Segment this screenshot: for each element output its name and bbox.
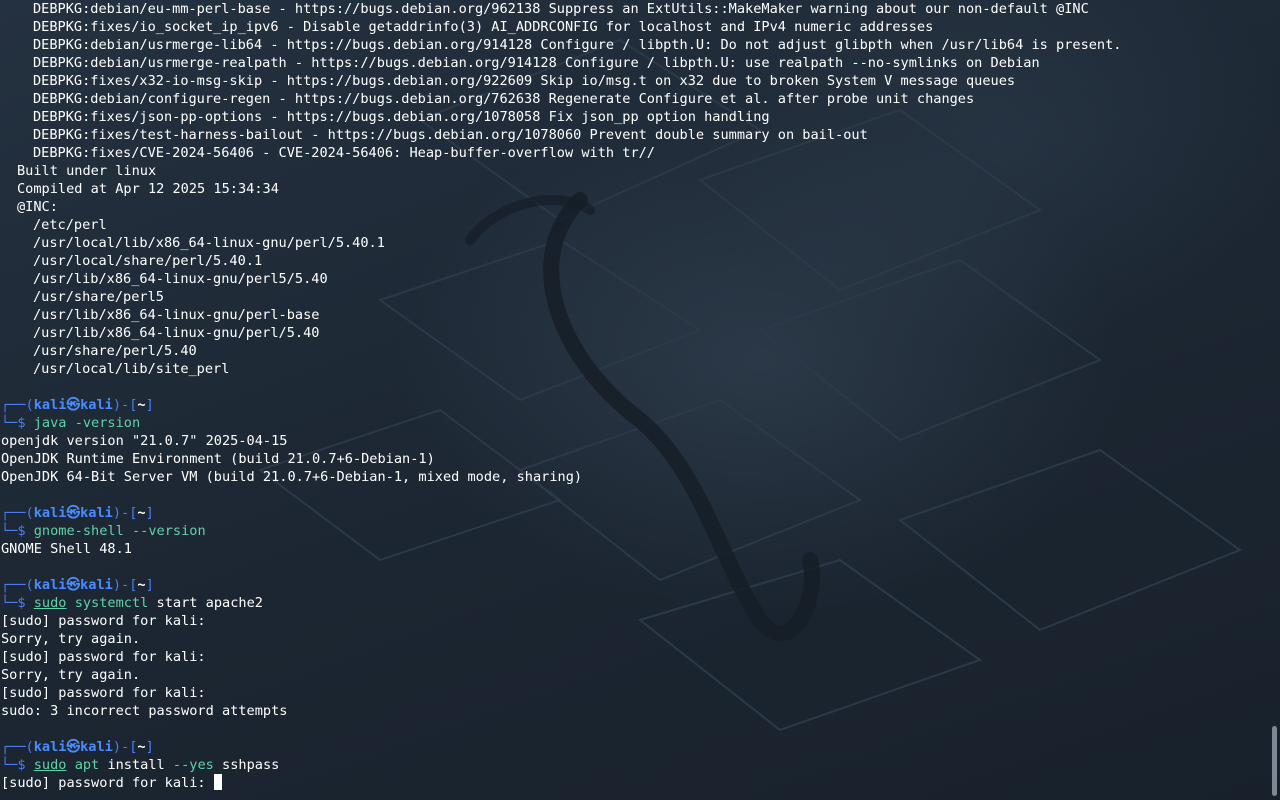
password-input-line[interactable]: [sudo] password for kali: — [1, 774, 222, 792]
prompt-at-symbol: ㉿ — [66, 505, 81, 521]
inc-path-line: /usr/lib/x86_64-linux-gnu/perl/5.40 — [33, 325, 320, 341]
prompt-frame-mid: )-[ — [112, 739, 138, 755]
output-line: DEBPKG:fixes/x32-io-msg-skip - https://b… — [33, 73, 1016, 89]
prompt-frame-bottom: └─ — [1, 757, 18, 773]
output-line: [sudo] password for kali: — [1, 685, 206, 701]
prompt-dollar: $ — [17, 523, 26, 539]
inc-path-line: /etc/perl — [33, 217, 107, 233]
inc-path-line: /usr/lib/x86_64-linux-gnu/perl5/5.40 — [33, 271, 328, 287]
sudo-password-prompt: [sudo] password for kali: — [1, 775, 214, 791]
prompt-frame-top: ┌──( — [1, 397, 34, 413]
command-line: └─$ sudo apt install --yes sshpass — [1, 756, 279, 774]
prompt-dollar: $ — [17, 415, 26, 431]
output-line: DEBPKG:debian/configure-regen - https://… — [33, 91, 975, 107]
output-line: DEBPKG:fixes/CVE-2024-56406 - CVE-2024-5… — [33, 145, 655, 161]
terminal-output[interactable]: DEBPKG:debian/eu-mm-perl-base - https://… — [0, 0, 1266, 800]
inc-path-line: /usr/local/share/perl/5.40.1 — [33, 253, 263, 269]
prompt-user: kali — [33, 397, 67, 413]
command-program: systemctl — [74, 595, 149, 611]
output-line: DEBPKG:debian/eu-mm-perl-base - https://… — [33, 1, 1089, 17]
output-line: DEBPKG:debian/usrmerge-lib64 - https://b… — [33, 37, 1122, 53]
prompt-at-symbol: ㉿ — [66, 577, 81, 593]
prompt-frame-close: ] — [145, 505, 154, 521]
output-line: @INC: — [17, 199, 58, 215]
prompt-frame-bottom: └─ — [1, 523, 18, 539]
prompt-header: ┌──(kali㉿kali)-[~] — [1, 396, 154, 414]
command-option: -version — [74, 415, 141, 431]
command-program: apt — [74, 757, 100, 773]
inc-path-line: /usr/local/lib/site_perl — [33, 361, 230, 377]
prompt-frame-mid: )-[ — [112, 505, 138, 521]
output-line: sudo: 3 incorrect password attempts — [1, 703, 288, 719]
prompt-user: kali — [33, 505, 67, 521]
prompt-frame-close: ] — [145, 577, 154, 593]
prompt-cwd: ~ — [137, 397, 146, 413]
output-line: OpenJDK Runtime Environment (build 21.0.… — [1, 451, 435, 467]
prompt-dollar: $ — [17, 595, 26, 611]
output-line: [sudo] password for kali: — [1, 649, 206, 665]
prompt-user: kali — [33, 739, 67, 755]
prompt-frame-top: ┌──( — [1, 505, 34, 521]
command-line: └─$ sudo systemctl start apache2 — [1, 594, 263, 612]
prompt-host: kali — [80, 505, 113, 521]
prompt-at-symbol: ㉿ — [66, 739, 81, 755]
prompt-cwd: ~ — [137, 739, 146, 755]
output-line: Built under linux — [17, 163, 157, 179]
command-args: install — [107, 757, 165, 773]
command-package: sshpass — [222, 757, 280, 773]
output-line: GNOME Shell 48.1 — [1, 541, 132, 557]
command-program: gnome-shell — [33, 523, 124, 539]
output-line: Sorry, try again. — [1, 631, 141, 647]
output-line: DEBPKG:debian/usrmerge-realpath - https:… — [33, 55, 1040, 71]
inc-path-line: /usr/share/perl5 — [33, 289, 164, 305]
inc-path-line: /usr/lib/x86_64-linux-gnu/perl-base — [33, 307, 320, 323]
command-sudo: sudo — [33, 757, 67, 773]
prompt-cwd: ~ — [137, 505, 146, 521]
prompt-frame-close: ] — [145, 739, 154, 755]
prompt-frame-bottom: └─ — [1, 415, 18, 431]
output-line: openjdk version "21.0.7" 2025-04-15 — [1, 433, 288, 449]
output-line: Compiled at Apr 12 2025 15:34:34 — [17, 181, 279, 197]
prompt-header: ┌──(kali㉿kali)-[~] — [1, 738, 154, 756]
inc-path-line: /usr/share/perl/5.40 — [33, 343, 197, 359]
output-line: DEBPKG:fixes/json-pp-options - https://b… — [33, 109, 770, 125]
command-option: --yes — [172, 757, 214, 773]
command-program: java — [33, 415, 67, 431]
prompt-frame-top: ┌──( — [1, 577, 34, 593]
prompt-host: kali — [80, 739, 113, 755]
prompt-user: kali — [33, 577, 67, 593]
command-line: └─$ gnome-shell --version — [1, 522, 206, 540]
output-line: [sudo] password for kali: — [1, 613, 206, 629]
command-sudo: sudo — [33, 595, 67, 611]
prompt-host: kali — [80, 577, 113, 593]
prompt-frame-bottom: └─ — [1, 595, 18, 611]
prompt-at-symbol: ㉿ — [66, 397, 81, 413]
output-line: Sorry, try again. — [1, 667, 141, 683]
output-line: OpenJDK 64-Bit Server VM (build 21.0.7+6… — [1, 469, 583, 485]
terminal-scrollbar[interactable] — [1272, 726, 1277, 796]
text-cursor[interactable] — [213, 774, 222, 790]
prompt-cwd: ~ — [137, 577, 146, 593]
prompt-frame-mid: )-[ — [112, 397, 138, 413]
prompt-dollar: $ — [17, 757, 26, 773]
output-line: DEBPKG:fixes/io_socket_ip_ipv6 - Disable… — [33, 19, 934, 35]
command-option: --version — [131, 523, 206, 539]
prompt-header: ┌──(kali㉿kali)-[~] — [1, 576, 154, 594]
inc-path-line: /usr/local/lib/x86_64-linux-gnu/perl/5.4… — [33, 235, 385, 251]
output-line: DEBPKG:fixes/test-harness-bailout - http… — [33, 127, 868, 143]
prompt-frame-mid: )-[ — [112, 577, 138, 593]
prompt-host: kali — [80, 397, 113, 413]
command-args: start apache2 — [156, 595, 263, 611]
prompt-frame-close: ] — [145, 397, 154, 413]
command-line: └─$ java -version — [1, 414, 140, 432]
prompt-header: ┌──(kali㉿kali)-[~] — [1, 504, 154, 522]
prompt-frame-top: ┌──( — [1, 739, 34, 755]
